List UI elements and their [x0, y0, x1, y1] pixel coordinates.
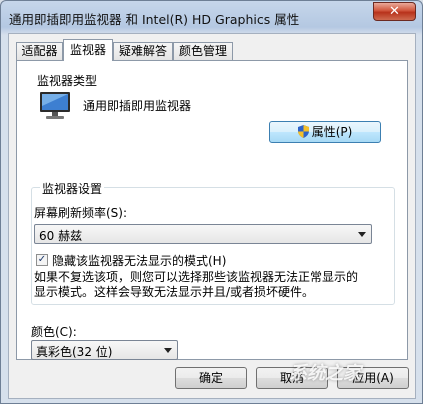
monitor-settings-group: 监视器设置 屏幕刷新频率(S): 60 赫兹 ✓ 隐藏该监视器无法显示的模式(H…	[31, 180, 395, 305]
color-label: 颜色(C):	[31, 325, 77, 339]
tab-monitor[interactable]: 监视器	[63, 39, 113, 61]
window-title: 通用即插即用监视器 和 Intel(R) HD Graphics 属性	[9, 12, 300, 27]
monitor-icon	[37, 91, 73, 121]
hide-modes-label[interactable]: 隐藏该监视器无法显示的模式(H)	[52, 252, 226, 269]
watermark: 系统之家	[289, 363, 361, 384]
chevron-down-icon	[358, 232, 366, 237]
properties-button[interactable]: 属性(P)	[269, 121, 381, 143]
tab-adapter[interactable]: 适配器	[16, 42, 63, 60]
monitor-name: 通用即插即用监视器	[83, 99, 192, 113]
refresh-rate-select[interactable]: 60 赫兹	[34, 224, 372, 244]
refresh-rate-label: 屏幕刷新频率(S):	[34, 206, 128, 220]
tab-troubleshoot[interactable]: 疑难解答	[113, 42, 173, 60]
color-depth-select[interactable]: 真彩色(32 位)	[31, 340, 178, 360]
color-depth-value: 真彩色(32 位)	[36, 345, 113, 359]
refresh-rate-value: 60 赫兹	[39, 229, 83, 243]
properties-window: 通用即插即用监视器 和 Intel(R) HD Graphics 属性 ✕ 适配…	[0, 0, 423, 404]
hide-modes-description-line2: 显示模式。这样会导致无法显示并且/或者损坏硬件。	[34, 285, 315, 299]
ok-button[interactable]: 确定	[175, 367, 247, 389]
monitor-type-heading: 监视器类型	[37, 74, 98, 88]
chevron-down-icon	[164, 348, 172, 353]
properties-button-label: 属性(P)	[311, 125, 353, 139]
hide-modes-checkbox[interactable]: ✓	[36, 254, 48, 266]
monitor-type-group: 监视器类型 通用即插即用监视器 属性(P)	[37, 74, 397, 143]
tab-color-management[interactable]: 颜色管理	[173, 42, 233, 60]
monitor-settings-heading: 监视器设置	[40, 180, 105, 197]
dialog-client: 适配器 监视器 疑难解答 颜色管理 监视器类型 通用即插即用监视器 属性(P) …	[8, 33, 416, 399]
close-button[interactable]: ✕	[373, 2, 416, 21]
monitor-tab-panel: 监视器类型 通用即插即用监视器 属性(P) 监视器设置 屏幕刷新频率(S): 6…	[16, 60, 408, 360]
uac-shield-icon	[297, 124, 309, 144]
title-bar[interactable]: 通用即插即用监视器 和 Intel(R) HD Graphics 属性 ✕	[1, 1, 422, 33]
